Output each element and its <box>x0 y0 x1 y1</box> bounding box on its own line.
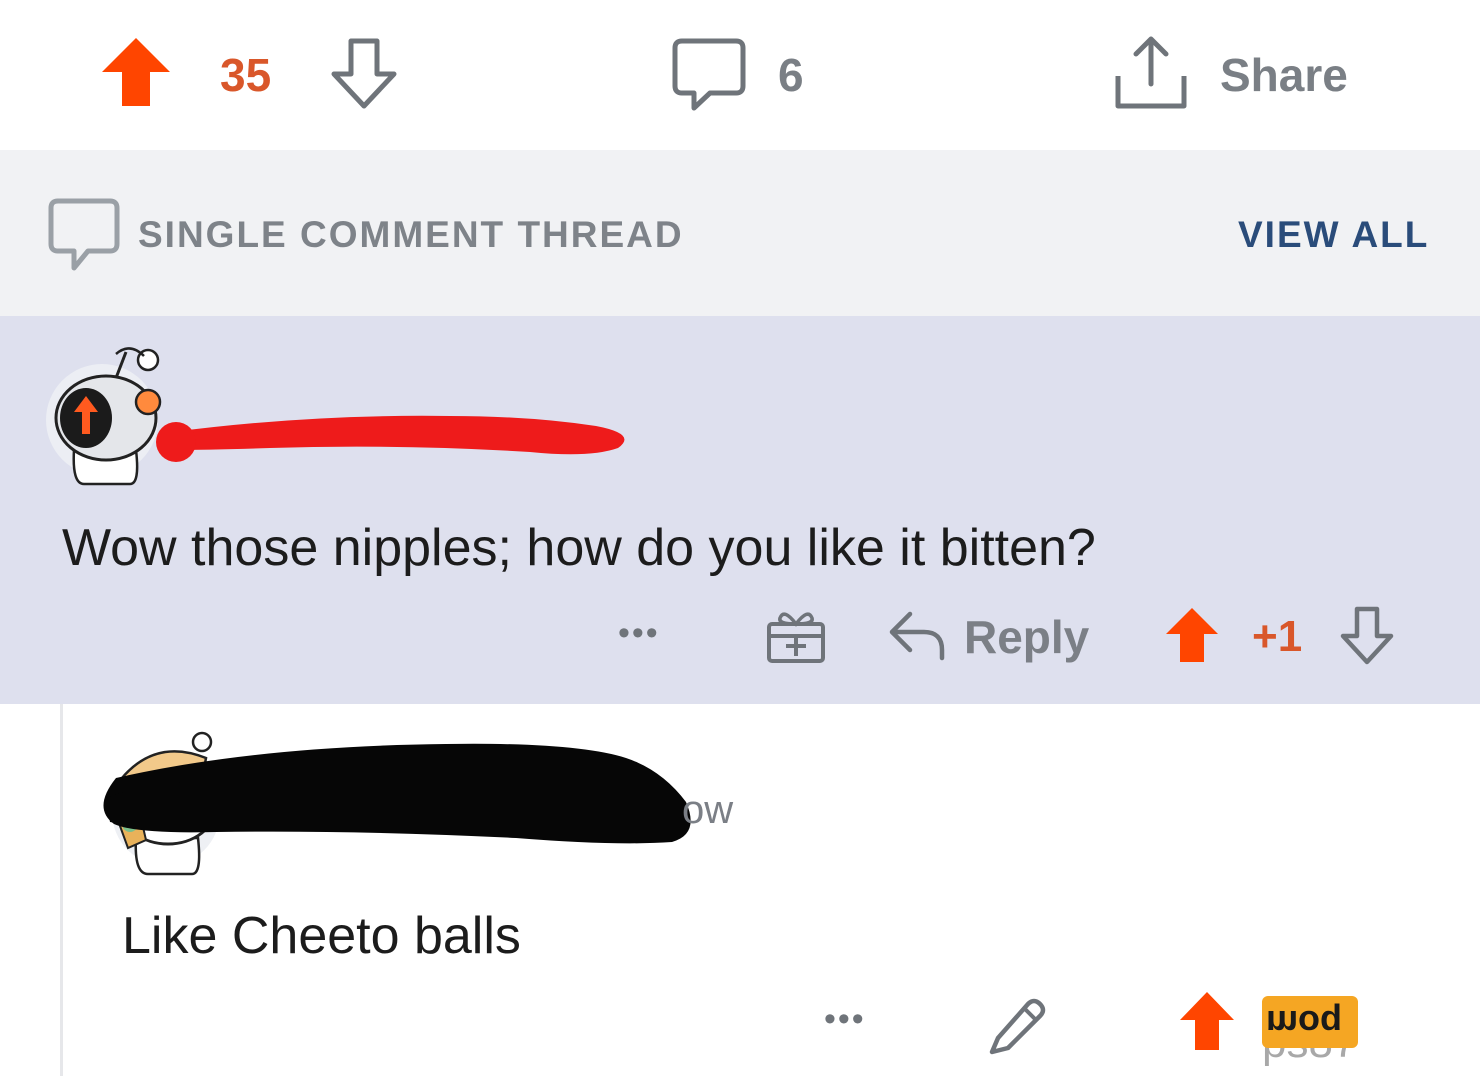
comment-score: +1 <box>1252 612 1303 661</box>
share-icon <box>1115 36 1187 109</box>
award-button[interactable] <box>766 606 826 664</box>
comment-body: Wow those nipples; how do you like it bi… <box>62 519 1096 577</box>
thread-title: SINGLE COMMENT THREAD <box>138 214 684 255</box>
share-button[interactable] <box>1114 36 1188 110</box>
reply-arrow-icon <box>889 611 945 661</box>
comment-upvote-button[interactable] <box>1178 990 1236 1052</box>
author-redaction-red <box>150 398 642 464</box>
gift-icon <box>767 612 825 663</box>
post-comment-count: 6 <box>778 49 804 101</box>
reply-label[interactable]: Reply <box>964 610 1089 664</box>
comment-upvote-button[interactable] <box>1164 606 1220 664</box>
comment-body: Like Cheeto balls <box>122 907 521 965</box>
view-all-link[interactable]: VIEW ALL <box>1238 214 1429 256</box>
downvote-icon <box>1340 606 1394 665</box>
thread-line <box>60 704 63 1076</box>
redaction-scribble <box>156 415 625 462</box>
comment-downvote-button[interactable] <box>1340 606 1394 666</box>
redaction-scribble <box>103 743 691 844</box>
edit-button[interactable] <box>986 994 1046 1055</box>
comment-more-button[interactable]: ••• <box>824 1000 866 1039</box>
pencil-icon <box>989 998 1046 1055</box>
upvote-icon <box>102 38 170 106</box>
comment-bubble-icon <box>672 38 746 111</box>
post-downvote-button[interactable] <box>330 38 398 110</box>
share-label[interactable]: Share <box>1220 52 1348 98</box>
comment-more-button[interactable]: ••• <box>618 614 660 653</box>
post-score: 35 <box>220 49 272 101</box>
thread-comment-icon <box>48 198 120 272</box>
author-redaction-black <box>96 738 700 848</box>
reply-button[interactable] <box>888 608 946 661</box>
post-comments-button[interactable] <box>672 38 746 112</box>
upvote-icon <box>1166 608 1218 662</box>
post-upvote-button[interactable] <box>100 36 172 108</box>
downvote-icon <box>331 38 397 109</box>
comment-bubble-icon <box>48 198 120 271</box>
watermark-logo: moq <box>1266 1003 1342 1044</box>
upvote-icon <box>1180 992 1234 1050</box>
comment-timestamp: ow <box>682 788 734 832</box>
